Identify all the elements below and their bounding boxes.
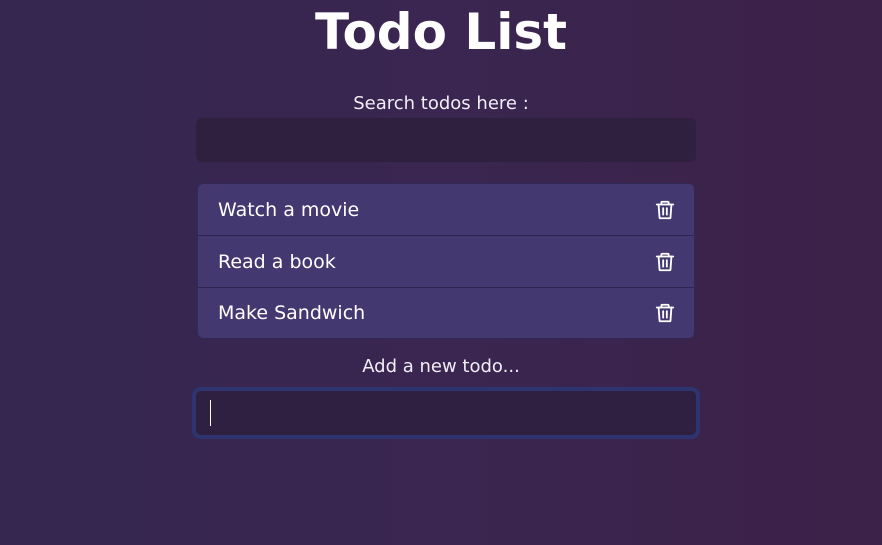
add-todo-label: Add a new todo... xyxy=(362,356,520,377)
todo-text: Make Sandwich xyxy=(218,302,366,324)
search-input[interactable] xyxy=(196,118,696,162)
trash-icon[interactable] xyxy=(654,302,676,324)
search-label: Search todos here : xyxy=(353,93,529,114)
todo-text: Read a book xyxy=(218,250,336,273)
page-title: Todo List xyxy=(314,3,568,61)
text-caret xyxy=(210,400,211,426)
todo-list: Watch a movie Read a book Make Sandwich xyxy=(197,183,695,339)
list-item: Watch a movie xyxy=(198,184,694,236)
trash-icon[interactable] xyxy=(654,251,676,273)
list-item: Make Sandwich xyxy=(198,288,694,338)
trash-icon[interactable] xyxy=(654,199,676,221)
add-todo-input[interactable] xyxy=(192,387,700,439)
todo-text: Watch a movie xyxy=(218,198,360,221)
list-item: Read a book xyxy=(198,236,694,288)
